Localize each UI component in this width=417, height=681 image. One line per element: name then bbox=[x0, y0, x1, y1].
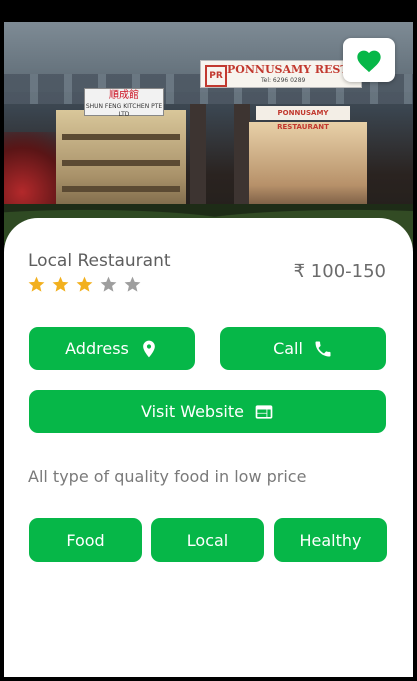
shop-sign-mid: PONNUSAMY RESTAURANT bbox=[256, 106, 350, 131]
shop-sign-right: PR PONNUSAMY RESTAU Tel: 6296 0289 bbox=[200, 60, 366, 88]
call-button-label: Call bbox=[273, 339, 303, 358]
restaurant-description: All type of quality food in low price bbox=[28, 467, 307, 486]
shop-sign-logo: PR bbox=[205, 65, 227, 87]
favorite-button[interactable] bbox=[343, 38, 395, 82]
visit-website-label: Visit Website bbox=[141, 402, 244, 421]
price-range: ₹ 100-150 bbox=[293, 261, 386, 282]
address-button[interactable]: Address bbox=[29, 327, 195, 370]
shop-right-interior bbox=[249, 122, 367, 212]
shop-sign-left: 順成館 SHUN FENG KITCHEN PTE LTD bbox=[84, 88, 164, 118]
star-icon bbox=[28, 276, 45, 292]
shop-sign-left-main: 順成館 bbox=[109, 90, 139, 101]
phone-icon bbox=[315, 341, 331, 356]
tag-healthy[interactable]: Healthy bbox=[274, 518, 387, 562]
star-icon bbox=[124, 276, 141, 292]
rating-stars bbox=[27, 275, 142, 294]
web-window-icon bbox=[255, 404, 273, 419]
location-pin-icon bbox=[143, 340, 155, 357]
restaurant-name: Local Restaurant bbox=[28, 251, 171, 271]
star-icon bbox=[100, 276, 117, 292]
tag-local[interactable]: Local bbox=[151, 518, 264, 562]
shop-sign-left-sub: SHUN FENG KITCHEN PTE LTD bbox=[85, 103, 163, 118]
visit-website-button[interactable]: Visit Website bbox=[29, 390, 386, 433]
address-button-label: Address bbox=[65, 339, 129, 358]
star-icon bbox=[76, 276, 93, 292]
details-sheet: Local Restaurant ₹ 100-150 Address Call … bbox=[4, 218, 413, 677]
tag-food[interactable]: Food bbox=[29, 518, 142, 562]
shop-sign-right-tel: Tel: 6296 0289 bbox=[261, 77, 306, 84]
call-button[interactable]: Call bbox=[220, 327, 386, 370]
heart-icon bbox=[357, 50, 381, 73]
star-icon bbox=[52, 276, 69, 292]
